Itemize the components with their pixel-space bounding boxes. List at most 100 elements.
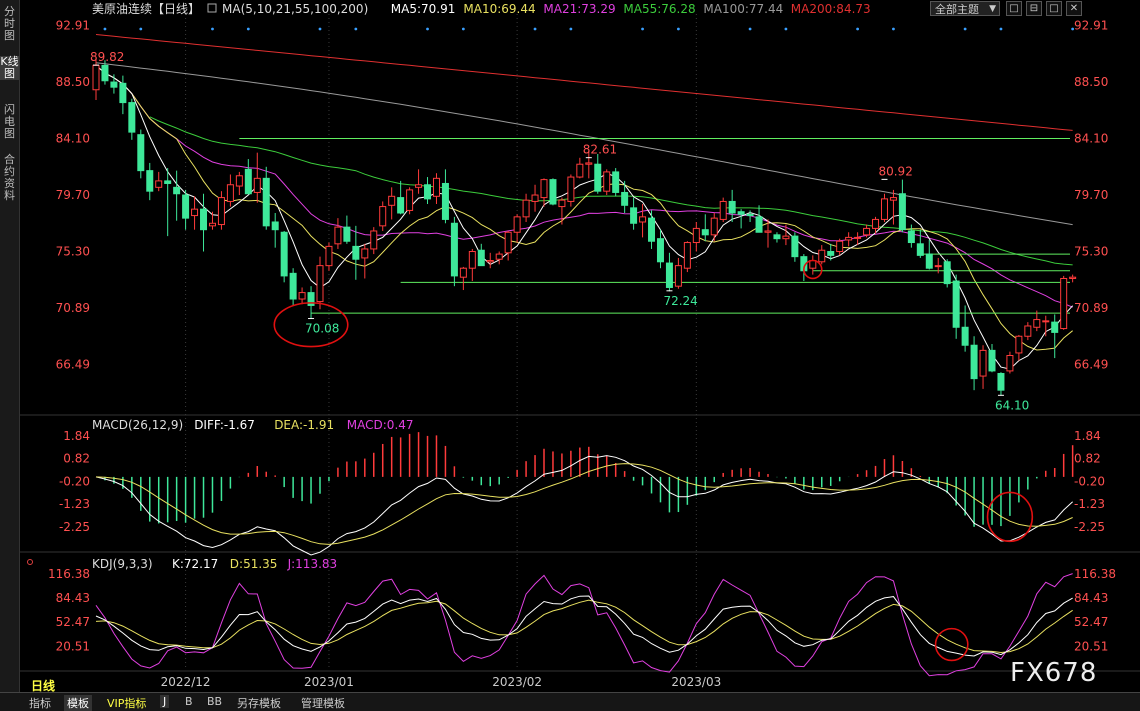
- legend-item: K:72.17: [172, 557, 218, 571]
- candle-up: [1069, 276, 1077, 279]
- candle-up: [558, 199, 566, 208]
- ma10-line: [95, 65, 1073, 351]
- candle-down: [164, 180, 172, 184]
- event-dot: [569, 27, 573, 31]
- price-chart[interactable]: 92.91 92.91 88.50 88.50 84.10 84.10 79.70 79.70…: [20, 0, 1140, 692]
- event-dot: [677, 27, 680, 31]
- candle-down: [424, 184, 432, 200]
- event-dot: [748, 27, 752, 31]
- tab-time-share[interactable]: 分时图: [0, 6, 19, 42]
- candle-up: [334, 226, 342, 245]
- candle-down: [961, 326, 969, 346]
- candle-up: [782, 235, 790, 240]
- y-tick-label-left: 75.30: [56, 245, 90, 259]
- candle-up: [415, 184, 423, 188]
- y-tick-label-right: 0.82: [1074, 452, 1101, 466]
- theme-select[interactable]: 全部主题 ▼: [930, 1, 1000, 16]
- price-annotation: 89.82: [90, 50, 124, 64]
- tab-flash[interactable]: 闪电图: [0, 104, 19, 140]
- tab-bb[interactable]: BB: [204, 695, 225, 708]
- candle-down: [746, 213, 754, 217]
- y-tick-label-right: 52.47: [1074, 615, 1108, 629]
- candle-down: [441, 182, 449, 220]
- kdj-k-line: [95, 595, 1073, 657]
- candle-up: [522, 199, 530, 218]
- tab-indicators[interactable]: 指标: [26, 695, 54, 711]
- y-tick-label-right: 1.84: [1074, 429, 1101, 443]
- ma5-line: [95, 65, 1074, 370]
- event-dot: [784, 27, 788, 31]
- candle-down: [898, 193, 906, 231]
- tab-j[interactable]: J: [160, 695, 170, 708]
- candle-down: [612, 171, 620, 193]
- candle-up: [719, 200, 727, 220]
- event-dot: [641, 27, 644, 31]
- candle-up: [1024, 325, 1032, 337]
- legend-item: DIFF:-1.67: [194, 418, 255, 432]
- maximize-icon[interactable]: □: [1006, 1, 1022, 16]
- candle-up: [468, 251, 476, 269]
- candle-down: [988, 349, 996, 372]
- candle-down: [737, 211, 745, 215]
- candle-up: [370, 230, 378, 250]
- y-tick-label-left: -2.25: [59, 520, 90, 534]
- tab-vip-indicators[interactable]: VIP指标: [104, 695, 149, 711]
- candle-up: [872, 218, 880, 229]
- candle-up: [683, 242, 691, 269]
- candle-up: [459, 267, 467, 278]
- candle-down: [755, 216, 763, 233]
- candle-up: [585, 162, 593, 165]
- y-tick-label-right: -1.23: [1074, 497, 1105, 511]
- candle-down: [289, 272, 297, 300]
- tab-kline[interactable]: K线图: [0, 56, 19, 80]
- candle-up: [217, 197, 225, 226]
- tab-b[interactable]: B: [182, 695, 196, 708]
- tab-save-template[interactable]: 另存模板: [234, 695, 284, 711]
- chart-title: 美原油连续【日线】: [92, 1, 200, 16]
- event-dot: [533, 27, 537, 31]
- candle-down: [997, 372, 1005, 391]
- y-tick-label-left: -0.20: [59, 474, 90, 488]
- candle-up: [1006, 355, 1014, 372]
- candle-up: [531, 194, 539, 202]
- candle-up: [836, 240, 844, 253]
- legend-item: D:51.35: [230, 557, 278, 571]
- chevron-down-icon: ▼: [989, 4, 996, 14]
- candle-up: [379, 206, 387, 227]
- candle-down: [907, 230, 915, 244]
- tab-templates[interactable]: 模板: [64, 695, 92, 711]
- price-annotation: 80.92: [878, 164, 912, 178]
- split-icon[interactable]: ⊟: [1026, 1, 1042, 16]
- close-icon[interactable]: ✕: [1066, 1, 1082, 16]
- y-tick-label-right: 116.38: [1074, 567, 1116, 581]
- settings-icon: [207, 3, 217, 13]
- bottom-toolbar: 指标 模板 VIP指标 J B BB 另存模板 管理模板: [0, 692, 1140, 711]
- tab-contract-info[interactable]: 合约资料: [0, 154, 19, 202]
- restore-icon[interactable]: □: [1046, 1, 1062, 16]
- y-tick-label-left: 70.89: [56, 301, 90, 315]
- tab-manage-templates[interactable]: 管理模板: [298, 695, 348, 711]
- y-tick-label-right: -0.20: [1074, 474, 1105, 488]
- candle-up: [863, 227, 871, 236]
- y-tick-label-left: 79.70: [56, 188, 90, 202]
- y-tick-label-left: 84.10: [56, 132, 90, 146]
- legend-item: MA(5,10,21,55,100,200): [222, 2, 368, 16]
- legend-item: MA5:70.91: [391, 2, 456, 16]
- candle-down: [648, 217, 656, 242]
- y-tick-label-left: 52.47: [56, 615, 90, 629]
- price-annotation: 70.08: [305, 322, 339, 336]
- candle-up: [674, 265, 682, 287]
- event-dot: [999, 27, 1003, 31]
- candle-up: [1015, 335, 1023, 354]
- candle-down: [621, 191, 629, 206]
- candle-down: [352, 245, 360, 260]
- candle-up: [504, 231, 512, 254]
- y-tick-label-right: 20.51: [1074, 639, 1108, 653]
- x-date-label: 2023/01: [304, 675, 354, 689]
- price-annotation: 64.10: [995, 398, 1029, 412]
- y-tick-label-left: 1.84: [63, 429, 90, 443]
- candle-down: [271, 221, 279, 231]
- event-dot: [246, 27, 250, 31]
- candle-up: [576, 163, 584, 178]
- candle-up: [316, 265, 324, 303]
